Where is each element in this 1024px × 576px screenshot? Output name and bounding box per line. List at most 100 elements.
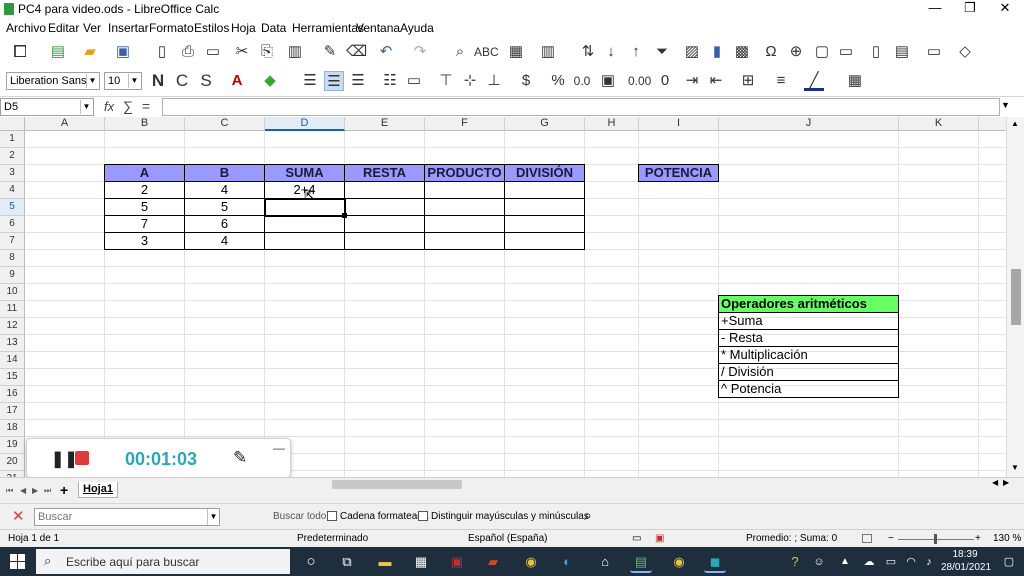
clone-formatting-icon[interactable]: ✎ (320, 42, 340, 62)
operator-item[interactable]: ^ Potencia (718, 381, 899, 398)
name-box[interactable]: D5 ▼ (0, 98, 94, 116)
chevron-down-icon[interactable]: ▼ (86, 74, 98, 88)
column-header-c[interactable]: C (185, 117, 265, 131)
comment-icon[interactable]: ▢ (812, 42, 832, 62)
add-sheet-button[interactable]: + (60, 482, 68, 498)
close-findbar-button[interactable]: ✕ (12, 507, 25, 525)
operator-item[interactable]: +Suma (718, 313, 899, 330)
zoom-in-icon[interactable]: + (975, 533, 981, 544)
next-sheet-icon[interactable]: ▶ (32, 486, 38, 495)
row-header-16[interactable]: 16 (0, 386, 25, 403)
row-header-13[interactable]: 13 (0, 335, 25, 352)
table-cell[interactable]: 5 (104, 199, 185, 216)
align-right-icon[interactable]: ☰ (348, 71, 368, 91)
decrease-indent-icon[interactable]: ⇤ (706, 71, 726, 91)
menu-editar[interactable]: Editar (48, 21, 79, 35)
formatted-checkbox[interactable] (327, 511, 337, 521)
sort-ascending-icon[interactable]: ↓ (601, 42, 621, 62)
crop-icon[interactable]: ⧠ (10, 42, 30, 62)
clear-formatting-icon[interactable]: ⌫ (346, 42, 367, 62)
row-header-1[interactable]: 1 (0, 131, 25, 148)
formula-input[interactable] (162, 98, 1000, 116)
table-cell[interactable] (344, 216, 425, 233)
zoom-out-icon[interactable]: − (888, 533, 894, 544)
row-header-10[interactable]: 10 (0, 284, 25, 301)
table-cell[interactable] (424, 216, 505, 233)
column-header-g[interactable]: G (505, 117, 585, 131)
row-header-7[interactable]: 7 (0, 233, 25, 250)
align-top-icon[interactable]: ⊤ (436, 71, 456, 91)
autofill-handle[interactable] (342, 213, 347, 218)
row-header-20[interactable]: 20 (0, 454, 25, 471)
bold-button[interactable]: N (148, 71, 168, 91)
save-icon[interactable]: ▣ (113, 42, 133, 62)
column-header-j[interactable]: J (719, 117, 899, 131)
table-cell[interactable] (264, 233, 345, 250)
menu-ventana[interactable]: Ventana (356, 21, 400, 35)
scroll-right-icon[interactable]: ▶ (1003, 478, 1009, 487)
zoom-slider-thumb[interactable] (934, 534, 937, 544)
wrap-text-icon[interactable]: ☷ (380, 71, 400, 91)
chrome-profile-icon[interactable]: ◉ (668, 551, 690, 573)
table-cell[interactable] (424, 199, 505, 216)
font-name-box[interactable]: Liberation Sans ▼ (6, 72, 100, 90)
align-left-icon[interactable]: ☰ (300, 71, 320, 91)
row-header-14[interactable]: 14 (0, 352, 25, 369)
chevron-down-icon[interactable]: ▼ (80, 100, 92, 114)
borders-icon[interactable]: ⊞ (738, 71, 758, 91)
function-wizard-button[interactable]: fx (104, 99, 114, 114)
task-view-icon[interactable]: ⧉ (336, 551, 358, 573)
stop-icon[interactable] (75, 451, 89, 465)
pause-icon[interactable]: ❚❚ (51, 449, 78, 469)
row-header-19[interactable]: 19 (0, 437, 25, 454)
table-cell[interactable] (344, 199, 425, 216)
minimize-button[interactable]: — (918, 0, 952, 18)
zoom-level[interactable]: 130 % (993, 533, 1021, 544)
table-header-division[interactable]: DIVISIÓN (504, 164, 585, 182)
table-cell[interactable] (504, 182, 585, 199)
define-print-area-icon[interactable]: ▯ (866, 42, 886, 62)
table-cell[interactable] (504, 216, 585, 233)
row-header-5[interactable]: 5 (0, 199, 25, 216)
close-button[interactable]: ✕ (988, 0, 1022, 18)
operators-title[interactable]: Operadores aritméticos (718, 295, 899, 313)
row-header-8[interactable]: 8 (0, 250, 25, 267)
find-all-button[interactable]: Buscar todo (273, 511, 326, 522)
autofilter-icon[interactable]: ⏷ (652, 42, 672, 62)
screen-recorder-taskbar-icon[interactable]: ◼ (704, 551, 726, 573)
menu-formato[interactable]: Formato (149, 21, 194, 35)
row-header-3[interactable]: 3 (0, 165, 25, 182)
prev-sheet-icon[interactable]: ◀ (20, 486, 26, 495)
table-cell[interactable]: 2 (104, 182, 185, 199)
table-cell[interactable] (344, 233, 425, 250)
table-cell[interactable]: 7 (104, 216, 185, 233)
operator-item[interactable]: - Resta (718, 330, 899, 347)
cortana-icon[interactable]: ○ (300, 551, 322, 573)
office-icon[interactable]: ▣ (446, 551, 468, 573)
formula-button[interactable]: = (142, 98, 150, 114)
row-header-9[interactable]: 9 (0, 267, 25, 284)
font-color-icon[interactable]: A (227, 71, 247, 91)
draw-pen-icon[interactable]: ✎ (233, 448, 247, 468)
row-header-15[interactable]: 15 (0, 369, 25, 386)
chevron-down-icon[interactable]: ▼ (128, 74, 140, 88)
highlight-color-icon[interactable]: ◆ (260, 71, 280, 91)
horizontal-scroll-thumb[interactable] (332, 480, 462, 489)
find-replace-icon[interactable]: ⌕ (584, 507, 592, 524)
menu-data[interactable]: Data (261, 21, 286, 35)
scroll-thumb[interactable] (1011, 269, 1021, 325)
currency-button[interactable]: $ (516, 71, 536, 91)
menu-archivo[interactable]: Archivo (6, 21, 46, 35)
view-normal-icon[interactable] (862, 534, 872, 543)
battery-icon[interactable]: ▭ (880, 551, 902, 573)
powerpoint-icon[interactable]: ▰ (482, 551, 504, 573)
table-header-potencia[interactable]: POTENCIA (638, 164, 719, 182)
table-header-a[interactable]: A (104, 164, 185, 182)
export-pdf-icon[interactable]: ▯ (152, 42, 172, 62)
date-format-icon[interactable]: ▣ (598, 71, 618, 91)
split-window-icon[interactable]: ▭ (924, 42, 944, 62)
underline-button[interactable]: S (196, 71, 216, 91)
spelling-icon[interactable]: ABC (474, 42, 499, 62)
column-icon[interactable]: ▥ (538, 42, 558, 62)
font-size-box[interactable]: 10 ▼ (104, 72, 142, 90)
